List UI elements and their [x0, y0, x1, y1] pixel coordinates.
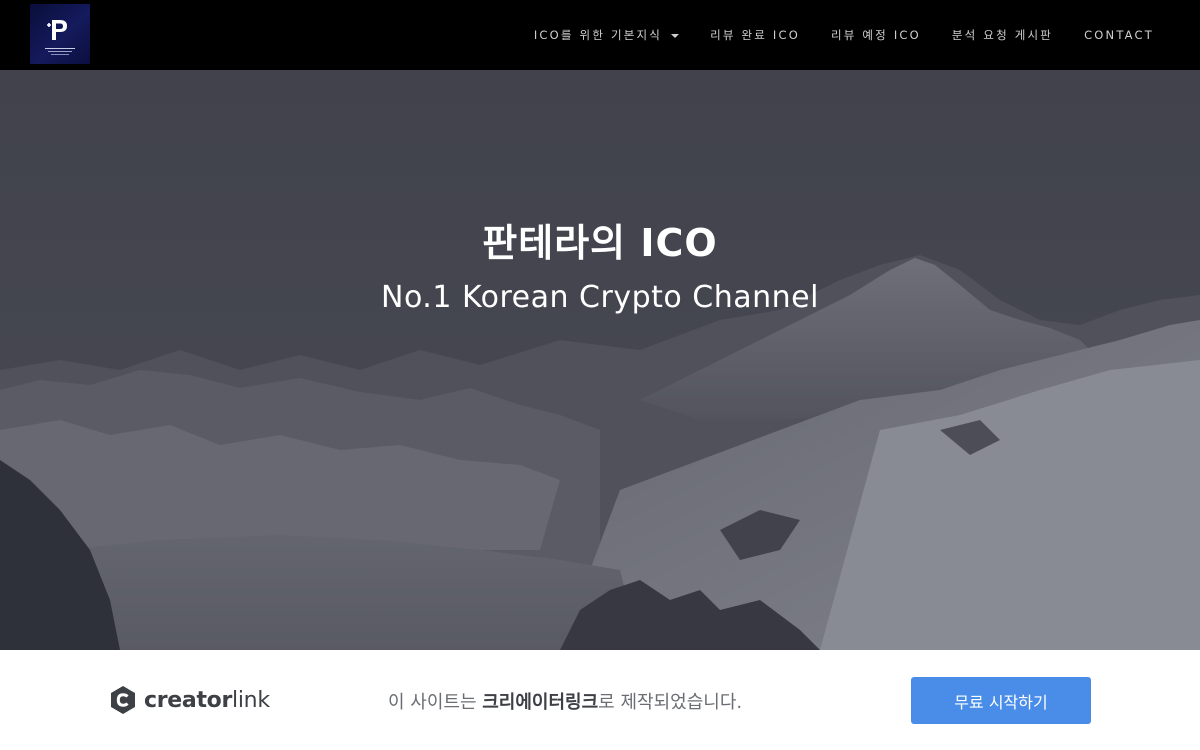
hero-subtitle: No.1 Korean Crypto Channel	[381, 280, 819, 315]
creatorlink-wordmark: creatorlink	[144, 688, 270, 713]
nav-item-label: CONTACT	[1084, 28, 1154, 42]
message-strong: 크리에이터링크	[482, 692, 599, 713]
nav-item-contact[interactable]: CONTACT	[1084, 28, 1154, 42]
banner-message: 이 사이트는 크리에이터링크로 제작되었습니다.	[388, 688, 742, 714]
creatorlink-banner: creatorlink 이 사이트는 크리에이터링크로 제작되었습니다. 무료 …	[0, 650, 1200, 750]
nav-item-ico-basics[interactable]: ICO를 위한 기본지식	[533, 27, 680, 43]
pantera-logo-icon	[45, 20, 75, 55]
hero-overlay	[0, 70, 1200, 650]
nav-item-label: 리뷰 완료 ICO	[710, 28, 800, 42]
nav-item-reviewed-ico[interactable]: 리뷰 완료 ICO	[710, 27, 800, 43]
site-logo[interactable]	[30, 4, 90, 64]
nav-item-label: ICO를 위한 기본지식	[533, 28, 663, 42]
creatorlink-logo-icon	[111, 686, 135, 714]
nav-item-label: 분석 요청 게시판	[951, 28, 1054, 42]
hero-title: 판테라의 ICO	[482, 221, 718, 265]
nav-item-upcoming-ico[interactable]: 리뷰 예정 ICO	[831, 27, 921, 43]
creatorlink-brand[interactable]: creatorlink	[110, 685, 270, 715]
message-after: 로 제작되었습니다.	[598, 692, 743, 713]
start-free-button[interactable]: 무료 시작하기	[911, 677, 1091, 724]
brand-light-text: link	[232, 687, 270, 713]
hero-section: 판테라의 ICO No.1 Korean Crypto Channel	[0, 70, 1200, 650]
main-nav: ICO를 위한 기본지식 리뷰 완료 ICO 리뷰 예정 ICO 분석 요청 게…	[503, 0, 1154, 70]
message-before: 이 사이트는	[388, 692, 483, 713]
nav-item-label: 리뷰 예정 ICO	[830, 28, 921, 42]
nav-item-analysis-request[interactable]: 분석 요청 게시판	[952, 27, 1053, 43]
caret-down-icon	[671, 33, 680, 38]
top-navbar: ICO를 위한 기본지식 리뷰 완료 ICO 리뷰 예정 ICO 분석 요청 게…	[0, 0, 1200, 70]
brand-bold-text: creator	[144, 687, 233, 713]
